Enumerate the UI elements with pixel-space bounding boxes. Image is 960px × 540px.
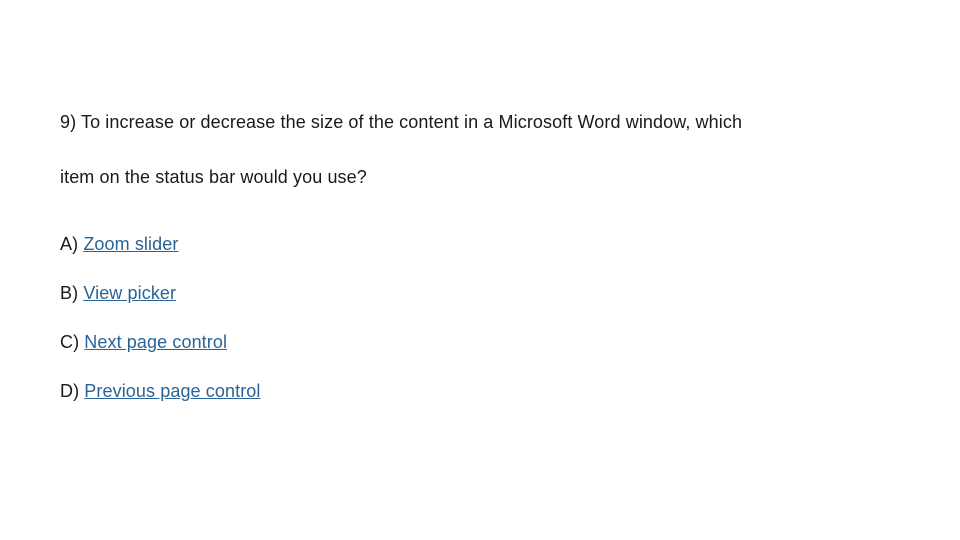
choice-d-link[interactable]: Previous page control	[84, 381, 260, 401]
question-line-2: item on the status bar would you use?	[60, 167, 367, 187]
choice-a: A) Zoom slider	[60, 234, 900, 255]
choice-b: B) View picker	[60, 283, 900, 304]
choice-b-link[interactable]: View picker	[83, 283, 176, 303]
choice-c-prefix: C)	[60, 332, 84, 352]
choice-a-prefix: A)	[60, 234, 83, 254]
slide: 9) To increase or decrease the size of t…	[0, 0, 960, 540]
choice-d-prefix: D)	[60, 381, 84, 401]
question-text: 9) To increase or decrease the size of t…	[60, 110, 900, 190]
choice-a-link[interactable]: Zoom slider	[83, 234, 178, 254]
choice-c-link[interactable]: Next page control	[84, 332, 227, 352]
choice-b-prefix: B)	[60, 283, 83, 303]
question-line-1: 9) To increase or decrease the size of t…	[60, 110, 900, 135]
choice-d: D) Previous page control	[60, 381, 900, 402]
choice-c: C) Next page control	[60, 332, 900, 353]
